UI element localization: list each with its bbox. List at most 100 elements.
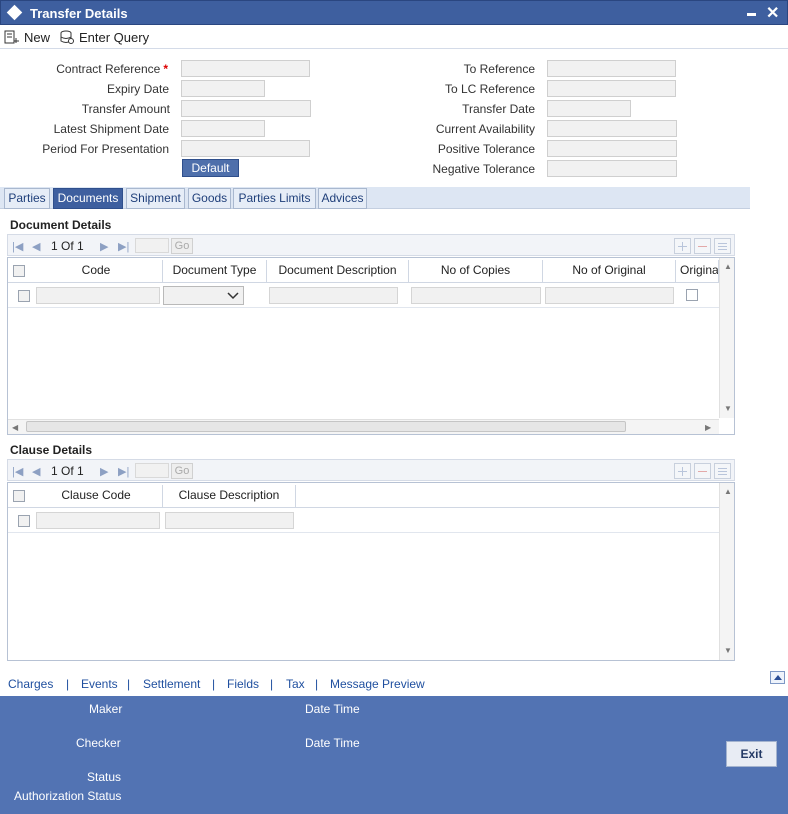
- enter-query-button[interactable]: Enter Query: [59, 28, 149, 46]
- negative-tolerance-field[interactable]: [547, 160, 677, 177]
- document-details-title: Document Details: [10, 218, 112, 232]
- maker-label: Maker: [89, 702, 123, 716]
- column-document-type[interactable]: Document Type: [163, 260, 267, 282]
- tab-shipment[interactable]: Shipment: [126, 188, 185, 209]
- column-code[interactable]: Code: [30, 260, 163, 282]
- column-clause-code[interactable]: Clause Code: [30, 485, 163, 507]
- tab-advices[interactable]: Advices: [318, 188, 367, 209]
- link-separator: |: [270, 677, 274, 691]
- clause-vertical-scrollbar[interactable]: ▲ ▼: [719, 483, 734, 660]
- expiry-date-field[interactable]: [181, 80, 265, 97]
- to-reference-label: To Reference: [463, 62, 535, 76]
- transfer-amount-field[interactable]: [181, 100, 311, 117]
- scroll-up-icon[interactable]: ▲: [724, 487, 732, 496]
- single-view-icon[interactable]: [714, 238, 731, 254]
- default-button[interactable]: Default: [182, 159, 239, 177]
- tab-documents[interactable]: Documents: [53, 188, 123, 209]
- row-checkbox[interactable]: [18, 515, 30, 527]
- select-all-checkbox[interactable]: [13, 265, 25, 277]
- previous-page-icon[interactable]: ◀: [32, 465, 40, 478]
- new-document-icon: [4, 30, 19, 44]
- select-all-checkbox[interactable]: [13, 490, 25, 502]
- document-type-select[interactable]: [163, 286, 244, 305]
- link-separator: |: [212, 677, 216, 691]
- horizontal-scroll-thumb[interactable]: [26, 421, 626, 432]
- app-diamond-icon: [6, 4, 23, 21]
- page-number-input[interactable]: [135, 238, 169, 253]
- row-checkbox[interactable]: [18, 290, 30, 302]
- document-details-grid: Code Document Type Document Description …: [7, 257, 735, 435]
- go-button[interactable]: Go: [171, 238, 193, 254]
- period-for-presentation-field[interactable]: [181, 140, 310, 157]
- checker-label: Checker: [76, 736, 121, 750]
- positive-tolerance-field[interactable]: [547, 140, 677, 157]
- column-no-of-original[interactable]: No of Original: [543, 260, 676, 282]
- page-number-input[interactable]: [135, 463, 169, 478]
- document-description-input[interactable]: [269, 287, 398, 304]
- last-page-icon[interactable]: ▶|: [118, 465, 129, 478]
- fields-link[interactable]: Fields: [227, 677, 259, 691]
- document-header-row: Code Document Type Document Description …: [8, 260, 719, 283]
- transfer-amount-label: Transfer Amount: [81, 102, 170, 116]
- scroll-up-icon[interactable]: ▲: [724, 262, 732, 271]
- collapse-footer-icon[interactable]: [770, 671, 785, 684]
- scroll-down-icon[interactable]: ▼: [724, 404, 732, 413]
- latest-shipment-date-field[interactable]: [181, 120, 265, 137]
- tab-goods[interactable]: Goods: [188, 188, 231, 209]
- clause-details-grid: Clause Code Clause Description ▲ ▼: [7, 482, 735, 661]
- column-original[interactable]: Origina: [676, 260, 719, 282]
- delete-row-icon[interactable]: [694, 463, 711, 479]
- add-row-icon[interactable]: [674, 463, 691, 479]
- scroll-left-icon[interactable]: ◀: [12, 423, 18, 432]
- checker-date-time-label: Date Time: [305, 736, 360, 750]
- clause-row: [8, 509, 719, 533]
- tab-parties-limits[interactable]: Parties Limits: [233, 188, 316, 209]
- next-page-icon[interactable]: ▶: [100, 240, 108, 253]
- minimize-icon[interactable]: [747, 13, 756, 16]
- message-preview-link[interactable]: Message Preview: [330, 677, 425, 691]
- close-icon[interactable]: ✕: [766, 3, 779, 23]
- charges-link[interactable]: Charges: [8, 677, 53, 691]
- previous-page-icon[interactable]: ◀: [32, 240, 40, 253]
- exit-button[interactable]: Exit: [726, 741, 777, 767]
- tab-parties[interactable]: Parties: [4, 188, 50, 209]
- delete-row-icon[interactable]: [694, 238, 711, 254]
- latest-shipment-date-label: Latest Shipment Date: [53, 122, 169, 136]
- column-document-description[interactable]: Document Description: [267, 260, 409, 282]
- first-page-icon[interactable]: |◀: [12, 465, 23, 478]
- scroll-down-icon[interactable]: ▼: [724, 646, 732, 655]
- tax-link[interactable]: Tax: [286, 677, 305, 691]
- column-no-of-copies[interactable]: No of Copies: [409, 260, 543, 282]
- clause-header-row: Clause Code Clause Description: [8, 485, 719, 508]
- current-availability-field[interactable]: [547, 120, 677, 137]
- clause-description-input[interactable]: [165, 512, 294, 529]
- authorization-status-label: Authorization Status: [14, 789, 122, 803]
- required-marker: *: [163, 62, 168, 76]
- to-reference-field[interactable]: [547, 60, 676, 77]
- clause-details-title: Clause Details: [10, 443, 93, 457]
- transfer-date-field[interactable]: [547, 100, 631, 117]
- document-horizontal-scrollbar[interactable]: ◀ ▶: [8, 419, 719, 434]
- query-database-icon: [60, 30, 74, 44]
- first-page-icon[interactable]: |◀: [12, 240, 23, 253]
- single-view-icon[interactable]: [714, 463, 731, 479]
- add-row-icon[interactable]: [674, 238, 691, 254]
- events-link[interactable]: Events: [81, 677, 118, 691]
- contract-reference-field[interactable]: [181, 60, 310, 77]
- to-lc-reference-field[interactable]: [547, 80, 676, 97]
- document-vertical-scrollbar[interactable]: ▲ ▼: [719, 258, 734, 418]
- toolbar: New Enter Query: [0, 25, 788, 49]
- clause-code-input[interactable]: [36, 512, 160, 529]
- settlement-link[interactable]: Settlement: [143, 677, 200, 691]
- last-page-icon[interactable]: ▶|: [118, 240, 129, 253]
- next-page-icon[interactable]: ▶: [100, 465, 108, 478]
- column-clause-description[interactable]: Clause Description: [163, 485, 296, 507]
- new-button[interactable]: New: [4, 28, 50, 46]
- go-button[interactable]: Go: [171, 463, 193, 479]
- no-of-copies-input[interactable]: [411, 287, 541, 304]
- original-checkbox[interactable]: [686, 289, 698, 301]
- scroll-right-icon[interactable]: ▶: [705, 423, 711, 432]
- code-input[interactable]: [36, 287, 160, 304]
- page-indicator: 1 Of 1: [51, 464, 84, 478]
- no-of-original-input[interactable]: [545, 287, 674, 304]
